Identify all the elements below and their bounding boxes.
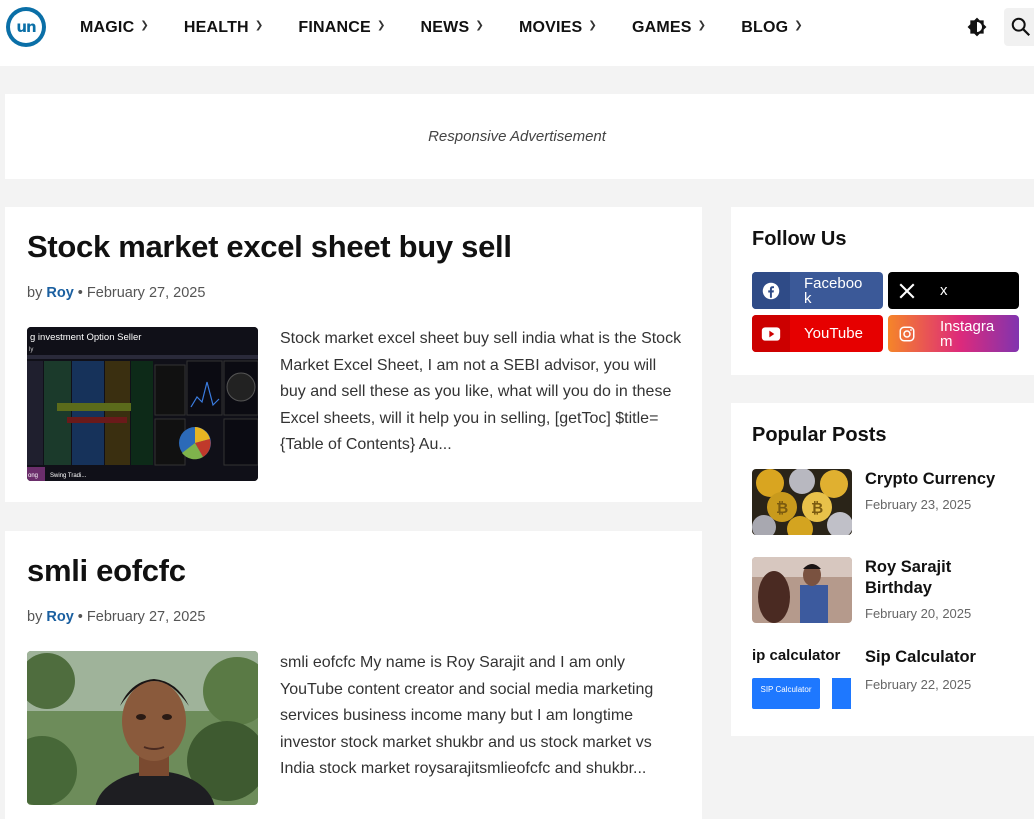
- chevron-down-icon: ❯: [376, 20, 386, 31]
- popular-post-date: February 20, 2025: [865, 606, 972, 621]
- popular-post-thumbnail: [752, 557, 852, 623]
- svg-text:₿: ₿: [776, 499, 788, 517]
- meta-by: by: [27, 609, 43, 625]
- thumb-subcaption: ly: [29, 347, 33, 353]
- post-meta: by Roy • February 27, 2025: [27, 609, 205, 625]
- x-icon: [888, 272, 926, 309]
- post-excerpt: smli eofcfc My name is Roy Sarajit and I…: [280, 654, 654, 777]
- follow-us-widget: Follow Us Faceboo k x YouTube Instagra m: [731, 207, 1034, 375]
- chevron-down-icon: ❯: [254, 20, 264, 31]
- popular-post-item[interactable]: Roy Sarajit Birthday February 20, 2025: [752, 557, 1034, 623]
- nav-label: NEWS: [420, 18, 470, 36]
- popular-title: Popular Posts: [752, 424, 887, 446]
- nav-item-health[interactable]: HEALTH ❯: [184, 19, 264, 37]
- nav-item-finance[interactable]: FINANCE ❯: [298, 19, 385, 37]
- youtube-button[interactable]: YouTube: [752, 315, 883, 352]
- search-button[interactable]: [1004, 8, 1034, 46]
- meta-separator: •: [77, 609, 83, 625]
- popular-post-item[interactable]: ip calculator SIP Calculator Sip Calcula…: [752, 647, 1034, 713]
- follow-title: Follow Us: [752, 228, 847, 250]
- nav-label: MOVIES: [518, 18, 583, 36]
- chevron-down-icon: ❯: [140, 20, 149, 31]
- meta-separator: •: [77, 285, 83, 301]
- nav-label: FINANCE: [298, 18, 371, 36]
- post-excerpt: Stock market excel sheet buy sell india …: [280, 330, 682, 453]
- search-icon: [1011, 17, 1031, 37]
- author-link[interactable]: Roy: [46, 609, 73, 625]
- site-logo[interactable]: un: [6, 7, 46, 47]
- thumb-footer-a: ong: [28, 473, 38, 479]
- nav-item-games[interactable]: GAMES ❯: [632, 19, 706, 37]
- nav-label: GAMES: [631, 18, 692, 36]
- main-nav: MAGIC ❯ HEALTH ❯ FINANCE ❯ NEWS ❯ MOVIES ❯ GA…: [80, 0, 838, 55]
- thumb-heading: ip calculator: [752, 647, 841, 664]
- nav-item-movies[interactable]: MOVIES ❯: [519, 19, 597, 37]
- meta-by: by: [27, 285, 43, 301]
- contrast-icon[interactable]: [967, 17, 987, 37]
- post-card: Stock market excel sheet buy sell by Roy…: [5, 207, 702, 502]
- popular-post-title: Roy Sarajit Birthday: [865, 558, 952, 597]
- popular-posts-widget: Popular Posts ₿ ₿ Crypto Currency Februa…: [731, 403, 1034, 736]
- chevron-down-icon: ❯: [794, 20, 803, 31]
- x-button[interactable]: x: [888, 272, 1019, 309]
- svg-text:₿: ₿: [811, 499, 823, 517]
- popular-post-date: February 23, 2025: [865, 497, 972, 512]
- social-label: YouTube: [804, 325, 863, 342]
- popular-post-date: February 22, 2025: [865, 677, 972, 692]
- popular-post-title: Crypto Currency: [865, 470, 996, 488]
- post-title[interactable]: Stock market excel sheet buy sell: [27, 229, 512, 265]
- post-date: February 27, 2025: [86, 285, 206, 301]
- post-card: smli eofcfc by Roy • February 27, 2025 s…: [5, 531, 702, 819]
- popular-post-thumbnail: ip calculator SIP Calculator: [752, 647, 852, 713]
- chevron-down-icon: ❯: [697, 20, 707, 31]
- popular-post-title: Sip Calculator: [865, 648, 976, 666]
- nav-item-magic[interactable]: MAGIC ❯: [80, 19, 149, 37]
- thumb-button: SIP Calculator: [752, 678, 820, 709]
- social-label: Instagra m: [940, 317, 995, 350]
- youtube-icon: [752, 315, 790, 352]
- social-label: x: [940, 282, 948, 299]
- ad-label: Responsive Advertisement: [428, 128, 606, 145]
- facebook-button[interactable]: Faceboo k: [752, 272, 883, 309]
- nav-label: HEALTH: [183, 18, 249, 36]
- social-label: Faceboo k: [804, 274, 863, 307]
- popular-post-item[interactable]: ₿ ₿ Crypto Currency February 23, 2025: [752, 469, 1034, 535]
- post-meta: by Roy • February 27, 2025: [27, 285, 205, 301]
- advertisement-box[interactable]: Responsive Advertisement: [5, 94, 1034, 179]
- thumb-caption: g investment Option Seller: [30, 332, 141, 343]
- nav-item-news[interactable]: NEWS ❯: [421, 19, 484, 37]
- popular-post-thumbnail: ₿ ₿: [752, 469, 852, 535]
- post-thumbnail[interactable]: g investment Option Seller ly ong Swing …: [27, 327, 258, 481]
- nav-label: MAGIC: [80, 18, 135, 36]
- post-title[interactable]: smli eofcfc: [27, 553, 186, 589]
- instagram-icon: [888, 315, 926, 352]
- facebook-icon: [752, 272, 790, 309]
- nav-label: BLOG: [741, 18, 789, 36]
- post-thumbnail[interactable]: [27, 651, 258, 805]
- logo-text: un: [10, 11, 42, 43]
- thumb-footer-b: Swing Tradi...: [50, 473, 87, 479]
- chevron-down-icon: ❯: [475, 20, 484, 31]
- post-date: February 27, 2025: [86, 609, 206, 625]
- author-link[interactable]: Roy: [46, 285, 73, 301]
- chevron-down-icon: ❯: [588, 20, 597, 31]
- instagram-button[interactable]: Instagra m: [888, 315, 1019, 352]
- nav-item-blog[interactable]: BLOG ❯: [741, 19, 803, 37]
- site-header: un MAGIC ❯ HEALTH ❯ FINANCE ❯ NEWS ❯ MOVIES ❯…: [0, 0, 1034, 66]
